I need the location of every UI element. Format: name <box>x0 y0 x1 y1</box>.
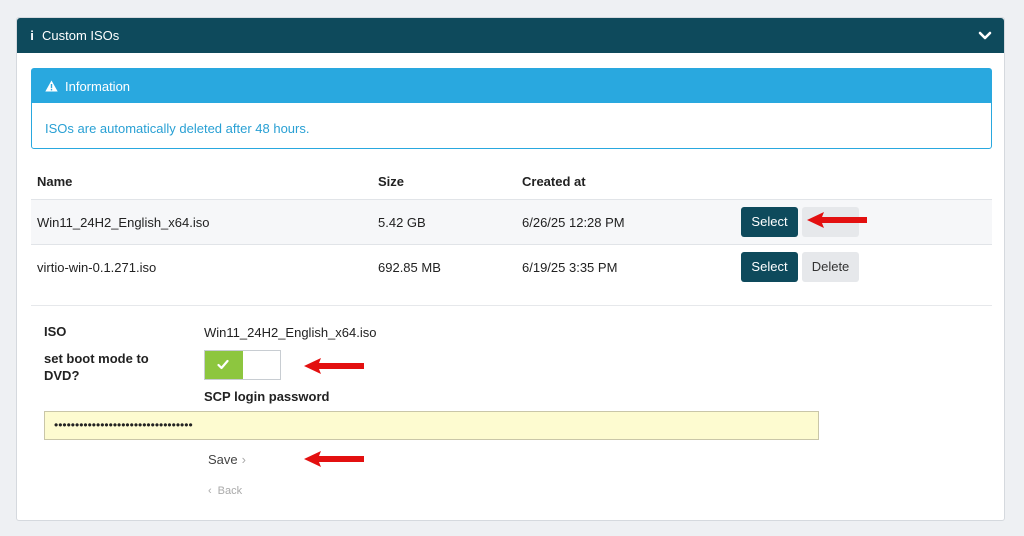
back-label: Back <box>217 485 243 497</box>
scp-password-label: SCP login password <box>204 389 330 404</box>
check-icon <box>217 359 229 370</box>
chevron-left-icon: ‹ <box>208 485 212 497</box>
back-button[interactable]: ‹ Back <box>208 484 242 498</box>
alert-title: Information <box>65 79 131 94</box>
annotation-arrow-icon <box>807 212 867 228</box>
boot-mode-label-line2: DVD? <box>44 368 80 383</box>
info-alert: Information ISOs are automatically delet… <box>31 68 992 149</box>
save-label: Save <box>208 452 238 467</box>
info-icon: i <box>30 28 34 43</box>
iso-size: 692.85 MB <box>378 260 441 275</box>
select-button[interactable]: Select <box>741 252 798 282</box>
alert-message: ISOs are automatically deleted after 48 … <box>45 121 310 136</box>
annotation-arrow-icon <box>304 451 364 467</box>
iso-size: 5.42 GB <box>378 215 426 230</box>
iso-value: Win11_24H2_English_x64.iso <box>204 325 377 340</box>
panel-title: Custom ISOs <box>42 28 120 43</box>
delete-button[interactable]: Delete <box>802 252 859 282</box>
panel-header[interactable]: i Custom ISOs <box>17 18 1004 53</box>
iso-name: virtio-win-0.1.271.iso <box>37 260 157 275</box>
boot-mode-toggle[interactable] <box>204 350 281 380</box>
boot-mode-label-line1: set boot mode to <box>44 351 149 366</box>
iso-created: 6/26/25 12:28 PM <box>522 215 625 230</box>
iso-label: ISO <box>44 324 67 339</box>
custom-isos-panel: i Custom ISOs Information ISOs are autom… <box>16 17 1005 521</box>
divider <box>31 305 992 306</box>
toggle-on-segment <box>205 351 243 379</box>
alert-header: Information <box>32 69 991 103</box>
column-header-name: Name <box>37 174 73 189</box>
select-button[interactable]: Select <box>741 207 798 237</box>
chevron-down-icon[interactable] <box>978 29 992 43</box>
column-header-created: Created at <box>522 174 586 189</box>
scp-password-input[interactable]: ••••••••••••••••••••••••••••••••• <box>44 411 819 440</box>
column-header-size: Size <box>378 174 405 189</box>
table-row: virtio-win-0.1.271.iso 692.85 MB 6/19/25… <box>31 244 992 289</box>
annotation-arrow-icon <box>304 358 364 374</box>
warning-icon <box>45 80 58 92</box>
iso-created: 6/19/25 3:35 PM <box>522 260 618 275</box>
iso-name: Win11_24H2_English_x64.iso <box>37 215 210 230</box>
save-button[interactable]: Save › <box>208 452 246 468</box>
chevron-right-icon: › <box>241 452 246 467</box>
